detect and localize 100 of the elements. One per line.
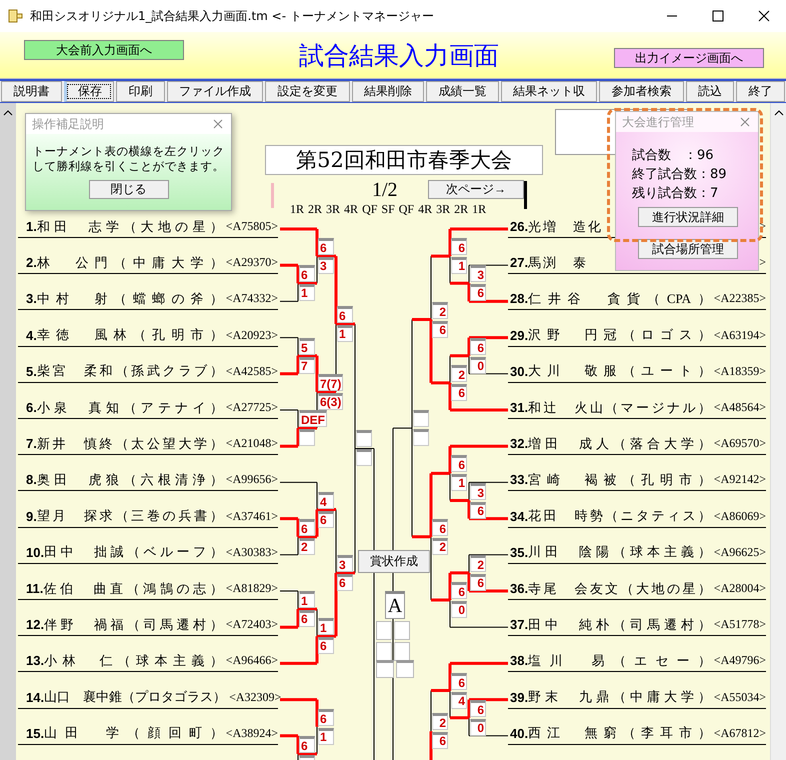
bracket-connector[interactable] — [468, 554, 508, 592]
score-field[interactable] — [356, 449, 372, 466]
toolbar-button[interactable]: 終了 — [736, 81, 786, 102]
toolbar-button[interactable]: 読込 — [686, 81, 734, 102]
player-code: <A92142> — [714, 472, 766, 488]
score-field[interactable]: 6 — [299, 610, 315, 628]
maximize-icon[interactable] — [712, 10, 724, 22]
score-field[interactable]: 6 — [470, 700, 486, 717]
player-code: <A69570> — [714, 436, 766, 452]
score-field[interactable]: 2 — [432, 302, 448, 318]
bracket-connector[interactable] — [280, 337, 300, 376]
score-field[interactable]: 6 — [432, 732, 448, 750]
score-field[interactable]: 1 — [337, 325, 353, 342]
score-field[interactable]: 2 — [432, 713, 448, 730]
score-field[interactable] — [413, 410, 429, 428]
score-field[interactable]: 2 — [432, 538, 448, 555]
score-field[interactable]: 6 — [432, 518, 448, 536]
close-button[interactable]: 閉じる — [88, 180, 168, 199]
score-field[interactable]: 6 — [318, 238, 334, 256]
score-field[interactable]: 6 — [451, 672, 467, 690]
score-field[interactable]: 1 — [299, 591, 315, 608]
score-field[interactable]: 2 — [299, 538, 315, 555]
toolbar-button[interactable]: 成績一覧 — [426, 81, 499, 102]
score-field[interactable]: 6 — [318, 637, 334, 654]
bracket-connector[interactable] — [280, 517, 300, 556]
next-page-button[interactable]: 次ページ→ — [428, 180, 524, 199]
score-field[interactable]: 2 — [451, 364, 467, 382]
toolbar-button[interactable]: 印刷 — [116, 81, 165, 102]
toolbar-button[interactable]: 説明書 — [1, 81, 62, 102]
score-field[interactable]: 6 — [451, 455, 467, 472]
bracket-connector[interactable] — [280, 482, 318, 538]
score-field[interactable]: 1 — [451, 257, 467, 274]
score-field[interactable]: 3 — [318, 257, 334, 274]
score-field[interactable]: 3 — [470, 265, 486, 282]
score-field[interactable]: 0 — [470, 718, 486, 736]
result-field[interactable] — [396, 660, 414, 678]
score-field[interactable] — [299, 429, 315, 446]
scroll-up-icon[interactable] — [774, 109, 784, 117]
bracket-connector[interactable] — [448, 444, 508, 502]
score-field[interactable]: 6 — [318, 708, 334, 726]
score-field[interactable]: 1 — [318, 618, 334, 636]
certificate-button[interactable]: 賞状作成 — [358, 550, 430, 573]
toolbar-button[interactable]: 結果ネット収 — [500, 81, 598, 102]
score-field[interactable] — [356, 430, 372, 448]
result-field[interactable] — [376, 642, 392, 661]
score-field[interactable]: 3 — [337, 554, 353, 572]
score-field[interactable]: 6 — [337, 306, 353, 324]
score-field[interactable]: 6 — [337, 574, 353, 591]
score-field[interactable]: 6 — [470, 502, 486, 518]
score-field[interactable]: 2 — [470, 554, 486, 572]
scroll-up-icon[interactable] — [3, 109, 13, 117]
score-field[interactable]: 4 — [318, 492, 334, 509]
score-field[interactable]: 6 — [451, 384, 467, 401]
score-field[interactable]: 6 — [299, 736, 315, 753]
toolbar-button[interactable]: 設定を変更 — [265, 81, 350, 102]
result-field[interactable] — [376, 660, 394, 678]
score-field[interactable]: 5 — [299, 338, 315, 355]
score-field[interactable]: 6 — [299, 518, 315, 536]
score-field[interactable]: 6 — [299, 265, 315, 282]
score-field[interactable]: 6 — [432, 320, 448, 338]
nav-button[interactable]: 出力イメージ画面へ — [614, 48, 764, 68]
score-field[interactable]: DEF — [299, 410, 327, 428]
result-field[interactable] — [394, 621, 410, 640]
score-field[interactable]: 6 — [451, 238, 467, 256]
bracket-connector[interactable] — [468, 482, 508, 520]
toolbar-button[interactable]: 結果削除 — [352, 81, 424, 102]
score-field[interactable]: 6 — [470, 574, 486, 591]
bracket-connector[interactable] — [430, 689, 450, 760]
score-field[interactable]: 6 — [451, 582, 467, 600]
venue-button[interactable]: 試合場所管理 — [638, 239, 738, 259]
score-field[interactable]: 4 — [451, 692, 467, 709]
score-field[interactable]: 3 — [470, 482, 486, 500]
toolbar-button[interactable]: 参加者検索 — [599, 81, 684, 102]
nav-button[interactable]: 大会前入力画面へ — [24, 40, 184, 60]
bracket-connector[interactable] — [280, 264, 300, 302]
toolbar-button[interactable]: ファイル作成 — [166, 81, 264, 102]
progress-detail-button[interactable]: 進行状況詳細 — [638, 207, 738, 227]
result-field[interactable] — [394, 642, 410, 661]
score-field[interactable] — [413, 429, 429, 446]
score-field[interactable]: 0 — [451, 601, 467, 618]
toolbar-button[interactable]: 保存 — [64, 81, 114, 102]
close-icon[interactable] — [758, 10, 770, 22]
score-field[interactable]: 6 — [470, 338, 486, 355]
score-field[interactable]: 1 — [299, 284, 315, 302]
bracket-connector[interactable] — [317, 508, 338, 638]
score-field[interactable]: 7(7) — [318, 374, 344, 391]
bracket-connector[interactable] — [280, 410, 300, 448]
result-field[interactable] — [376, 621, 392, 640]
player-name: 光増 造化 — [528, 218, 604, 236]
bracket-connector[interactable] — [280, 590, 300, 629]
score-field[interactable]: 6 — [470, 284, 486, 302]
bracket-connector[interactable] — [430, 254, 450, 384]
score-field[interactable]: 0 — [470, 356, 486, 374]
score-field[interactable]: 6(3) — [318, 392, 344, 410]
bracket-connector[interactable] — [430, 472, 450, 602]
score-field[interactable]: 1 — [451, 474, 467, 492]
score-field[interactable]: 7 — [299, 356, 315, 374]
score-field[interactable]: 1 — [318, 728, 334, 745]
player-number: 8. — [26, 472, 37, 488]
score-field[interactable]: 6 — [318, 510, 334, 528]
